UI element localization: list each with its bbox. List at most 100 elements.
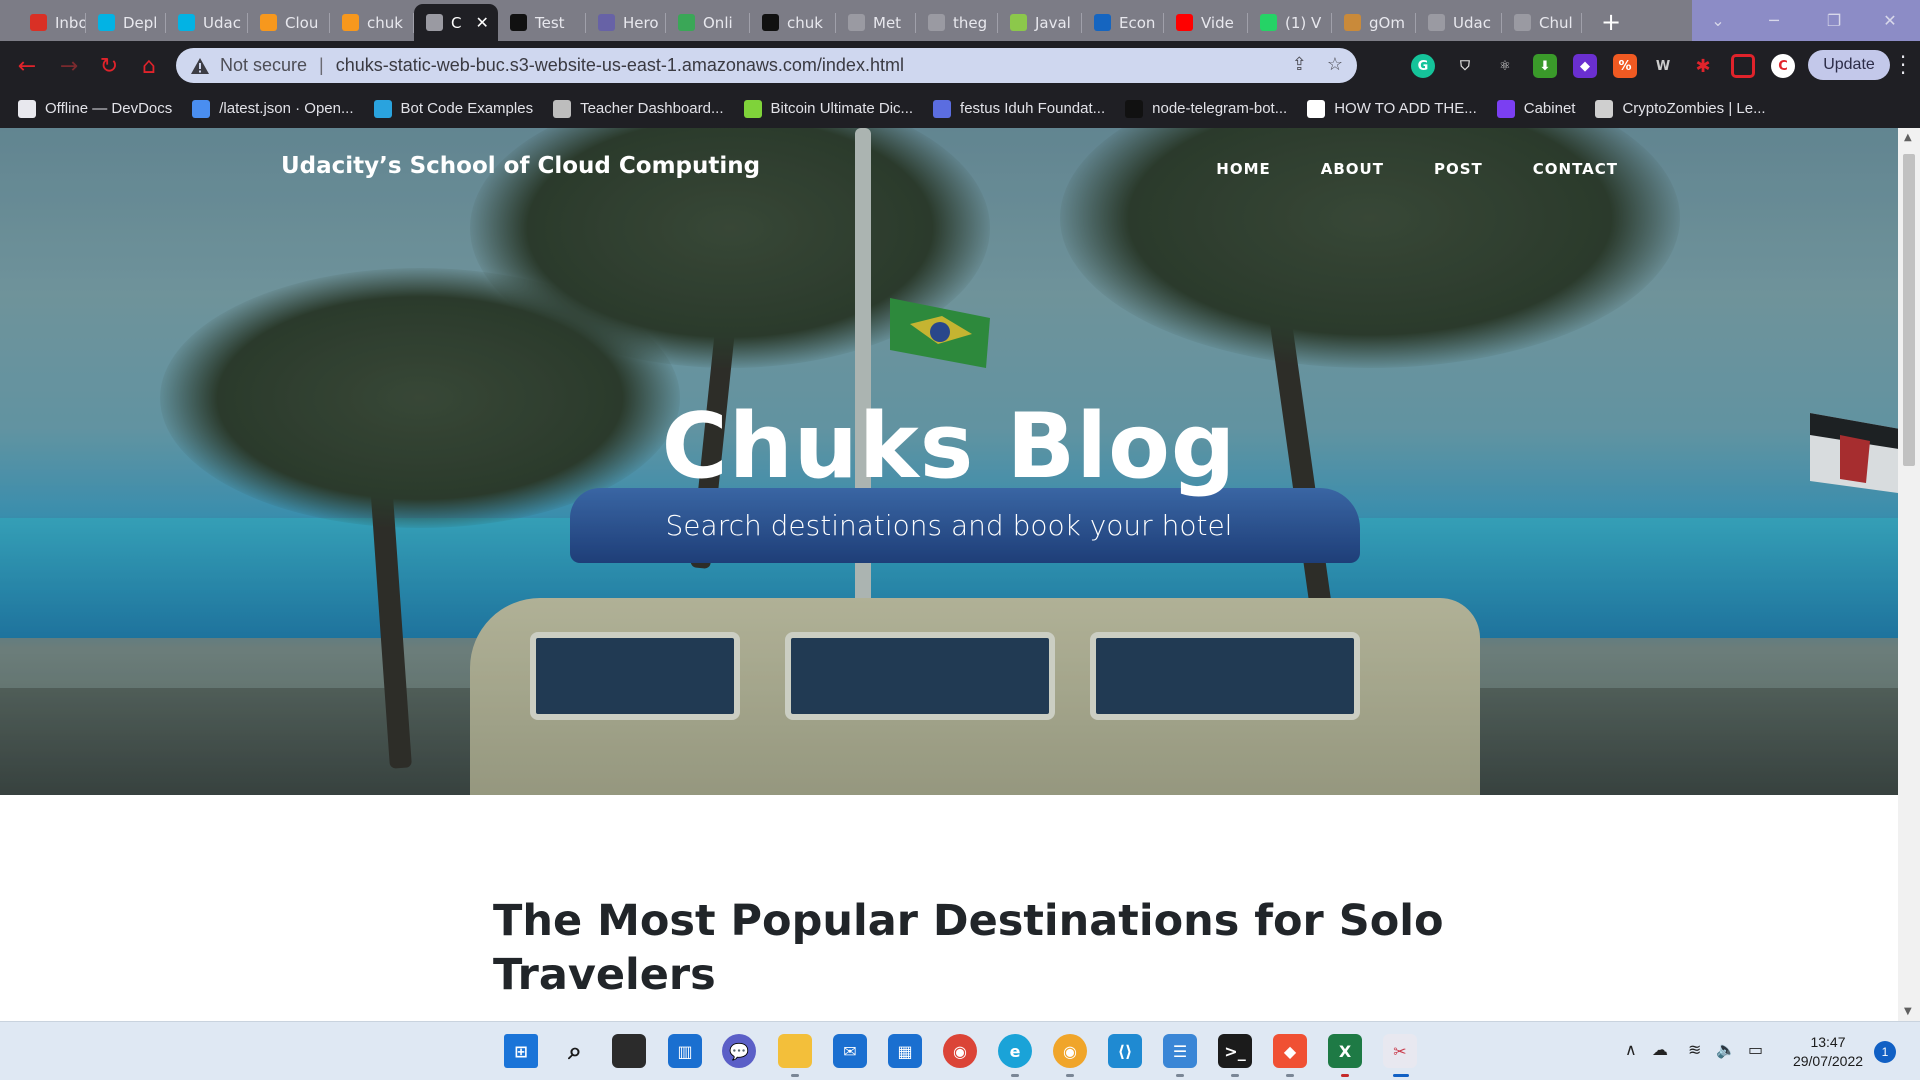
new-tab-button[interactable]: +	[1596, 7, 1626, 37]
bookmark-item[interactable]: HOW TO ADD THE...	[1307, 99, 1477, 118]
econ-icon	[1094, 14, 1111, 31]
close-tab-icon[interactable]: ✕	[475, 13, 488, 32]
widgets-icon[interactable]: ▥	[668, 1034, 702, 1068]
wifi-icon[interactable]: ≋	[1688, 1040, 1701, 1059]
volume-icon[interactable]: 🔈	[1716, 1040, 1736, 1059]
browser-tab[interactable]: Udac	[1416, 4, 1502, 41]
mail-icon[interactable]: ✉	[833, 1034, 867, 1068]
nav-about[interactable]: ABOUT	[1321, 160, 1384, 178]
bookmark-label: Bot Code Examples	[400, 100, 534, 117]
browser-tab[interactable]: (1) V	[1248, 4, 1332, 41]
chrome-canary-icon[interactable]: ◉	[1053, 1034, 1087, 1068]
grammarly-icon[interactable]: G	[1411, 54, 1435, 78]
browser-tab[interactable]: chuk	[750, 4, 836, 41]
tab-label: Vide	[1201, 13, 1234, 32]
bookmark-item[interactable]: node-telegram-bot...	[1125, 99, 1287, 118]
browser-tab[interactable]: Clou	[248, 4, 330, 41]
close-window-button[interactable]: ✕	[1862, 0, 1918, 41]
bookmark-item[interactable]: /latest.json · Open...	[192, 99, 354, 118]
bookmark-item[interactable]: Cabinet	[1496, 99, 1575, 118]
translate-extension-icon[interactable]: %	[1613, 54, 1637, 78]
shield-icon[interactable]: ⛉	[1453, 54, 1477, 78]
bookmark-item[interactable]: Teacher Dashboard...	[553, 99, 724, 118]
bookmark-item[interactable]: festus Iduh Foundat...	[933, 99, 1105, 118]
clock-time: 13:47	[1810, 1034, 1846, 1050]
minimize-button[interactable]: ─	[1746, 0, 1802, 41]
chrome-icon[interactable]: ◉	[943, 1034, 977, 1068]
warning-icon[interactable]	[190, 57, 210, 75]
bookmark-star-icon[interactable]: ☆	[1327, 54, 1343, 75]
show-hidden-icons-icon[interactable]: ∧	[1625, 1040, 1637, 1059]
reload-icon[interactable]: ↻	[94, 51, 124, 81]
browser-tab[interactable]: Onli	[666, 4, 750, 41]
windows-start-icon[interactable]: ⊞	[504, 1034, 538, 1068]
tab-label: Onli	[703, 13, 733, 32]
home-icon[interactable]: ⌂	[134, 51, 164, 81]
teams-chat-icon[interactable]: 💬	[722, 1034, 756, 1068]
nav-post[interactable]: POST	[1434, 160, 1483, 178]
file-explorer-icon[interactable]	[778, 1034, 812, 1068]
browser-tab[interactable]: Vide	[1164, 4, 1248, 41]
share-icon[interactable]: ⇪	[1292, 54, 1307, 75]
notepad-icon[interactable]: ☰	[1163, 1034, 1197, 1068]
nav-contact[interactable]: CONTACT	[1533, 160, 1618, 178]
restore-button[interactable]: ❐	[1806, 0, 1862, 41]
security-label[interactable]: Not secure	[220, 55, 307, 76]
nav-home[interactable]: HOME	[1216, 160, 1270, 178]
site-brand[interactable]: Udacity’s School of Cloud Computing	[281, 153, 760, 179]
browser-tab[interactable]: gOm	[1332, 4, 1416, 41]
battery-icon[interactable]: ▭	[1748, 1040, 1763, 1059]
back-icon[interactable]: ←	[12, 51, 42, 81]
wordpress-icon[interactable]: W	[1651, 54, 1675, 78]
vscode-icon[interactable]: ⟨⟩	[1108, 1034, 1142, 1068]
page-scrollbar[interactable]: ▲ ▼	[1898, 128, 1920, 1021]
url-text[interactable]: chuks-static-web-buc.s3-website-us-east-…	[336, 55, 904, 76]
post-heading[interactable]: The Most Popular Destinations for Solo T…	[493, 894, 1473, 1002]
notification-badge[interactable]: 1	[1874, 1041, 1896, 1063]
tab-label: Clou	[285, 13, 319, 32]
browser-tab[interactable]: Javal	[998, 4, 1082, 41]
scrollbar-thumb[interactable]	[1903, 154, 1915, 466]
task-view-icon[interactable]	[612, 1034, 646, 1068]
puzzle-extension-icon[interactable]: ◆	[1573, 54, 1597, 78]
system-clock[interactable]: 13:47 29/07/2022	[1788, 1033, 1868, 1071]
git-icon[interactable]: ◆	[1273, 1034, 1307, 1068]
address-bar[interactable]: Not secure | chuks-static-web-buc.s3-web…	[176, 48, 1357, 83]
browser-tab[interactable]: Met	[836, 4, 916, 41]
scroll-up-icon[interactable]: ▲	[1904, 132, 1912, 143]
gmail-icon	[30, 14, 47, 31]
forward-icon[interactable]: →	[54, 51, 84, 81]
bookmark-item[interactable]: Bot Code Examples	[373, 99, 534, 118]
onedrive-icon[interactable]: ☁	[1652, 1040, 1668, 1059]
search-icon[interactable]: ⌕	[558, 1034, 592, 1068]
browser-tab[interactable]: theg	[916, 4, 998, 41]
store-icon[interactable]: ▦	[888, 1034, 922, 1068]
browser-tab[interactable]: C ✕	[414, 4, 498, 41]
bookmark-item[interactable]: Offline — DevDocs	[18, 99, 172, 118]
browser-tab[interactable]: Test	[498, 4, 586, 41]
browser-tab[interactable]: Chul	[1502, 4, 1582, 41]
terminal-icon[interactable]: >_	[1218, 1034, 1252, 1068]
snipping-tool-icon[interactable]: ✂	[1383, 1034, 1417, 1068]
browser-tab[interactable]: Udac	[166, 4, 248, 41]
profile-avatar[interactable]: C	[1771, 54, 1795, 78]
browser-tab[interactable]: Inbox	[18, 4, 86, 41]
browser-tab[interactable]: Depl	[86, 4, 166, 41]
bookmark-item[interactable]: CryptoZombies | Le...	[1595, 99, 1766, 118]
more-menu-icon[interactable]: · · ·	[1896, 47, 1910, 83]
browser-tab[interactable]: Hero	[586, 4, 666, 41]
download-extension-icon[interactable]: ⬇	[1533, 54, 1557, 78]
extensions-puzzle-icon[interactable]: ✱	[1691, 54, 1715, 78]
bookmark-item[interactable]: Bitcoin Ultimate Dic...	[743, 99, 913, 118]
react-devtools-icon[interactable]: ⚛	[1493, 54, 1517, 78]
excel-icon[interactable]: X	[1328, 1034, 1362, 1068]
update-button[interactable]: Update	[1808, 50, 1890, 80]
browser-tab[interactable]: Econ	[1082, 4, 1164, 41]
scroll-down-icon[interactable]: ▼	[1904, 1006, 1912, 1017]
browser-tab[interactable]: chuk	[330, 4, 414, 41]
bookmark-label: CryptoZombies | Le...	[1622, 100, 1766, 117]
reading-list-icon[interactable]	[1731, 54, 1755, 78]
edge-icon[interactable]: e	[998, 1034, 1032, 1068]
bookmark-label: /latest.json · Open...	[219, 100, 354, 117]
tab-search-icon[interactable]: ⌄	[1690, 0, 1746, 41]
